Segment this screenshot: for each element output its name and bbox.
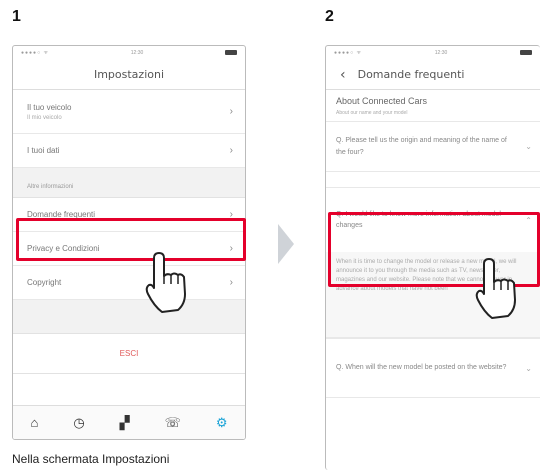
chevron-down-icon: ⌄: [525, 363, 532, 373]
signal-icon: ●●●●○ ᯤ: [21, 50, 50, 56]
copyright-item[interactable]: Copyright ›: [13, 266, 245, 300]
chevron-right-icon: ›: [229, 106, 233, 117]
vehicle-item[interactable]: Il tuo veicolo Il mio veicolo ›: [13, 90, 245, 134]
spacer: [326, 172, 540, 188]
faq-title: Domande frequenti: [357, 68, 465, 81]
chevron-right-icon: ›: [229, 145, 233, 156]
status-bar: ●●●●○ ᯤ 12:30: [326, 46, 540, 60]
exit-button[interactable]: ESCI: [13, 334, 245, 374]
faq-section-header: About Connected Cars About our name and …: [326, 90, 540, 122]
signal-icon: ●●●●○ ᯤ: [334, 50, 363, 56]
back-icon[interactable]: ‹: [340, 67, 346, 83]
highlight-box: [16, 218, 246, 261]
spacer: [13, 300, 245, 334]
tap-hand-icon: [475, 258, 516, 319]
your-data-label: I tuoi dati: [27, 146, 60, 155]
vehicle-item-sublabel: Il mio veicolo: [27, 114, 62, 121]
copyright-item-label: Copyright: [27, 278, 62, 287]
chevron-right-icon: ›: [229, 277, 233, 288]
battery-icon: [224, 49, 237, 57]
faq-section-title: About Connected Cars: [336, 95, 428, 106]
phone-icon[interactable]: ☏: [165, 415, 181, 431]
tap-hand-icon: [145, 252, 186, 313]
battery-icon: [519, 49, 532, 57]
faq-question-origin[interactable]: Q. Please tell us the origin and meaning…: [326, 122, 540, 172]
step-number-1: 1: [12, 8, 21, 25]
status-time: 12:30: [434, 50, 448, 56]
your-data-item[interactable]: I tuoi dati ›: [13, 134, 245, 168]
cars-icon[interactable]: ▞: [120, 415, 130, 431]
tab-bar: ⌂ ◷ ▞ ☏ ⚙: [13, 405, 245, 439]
history-icon[interactable]: ◷: [73, 415, 84, 431]
chevron-down-icon: ⌄: [525, 142, 532, 151]
step-number-2: 2: [325, 8, 334, 25]
vehicle-item-label: Il tuo veicolo: [27, 102, 72, 112]
status-bar: ●●●●○ ᯤ 12:30: [13, 46, 245, 60]
settings-title: Impostazioni: [13, 60, 245, 90]
faq-question-text: Q. Please tell us the origin and meaning…: [336, 137, 507, 156]
faq-question-text: Q. When will the new model be posted on …: [336, 364, 507, 372]
step-caption: Nella schermata Impostazioni: [12, 452, 170, 466]
next-step-arrow-icon: [278, 224, 294, 264]
faq-header: ‹ Domande frequenti: [326, 60, 540, 90]
faq-question-new-model[interactable]: Q. When will the new model be posted on …: [326, 338, 540, 398]
section-header: Altre informazioni: [13, 168, 245, 198]
faq-section-desc: About our name and your model: [336, 109, 408, 116]
home-icon[interactable]: ⌂: [30, 415, 38, 430]
settings-icon[interactable]: ⚙: [216, 415, 228, 431]
status-time: 12:30: [130, 50, 144, 56]
